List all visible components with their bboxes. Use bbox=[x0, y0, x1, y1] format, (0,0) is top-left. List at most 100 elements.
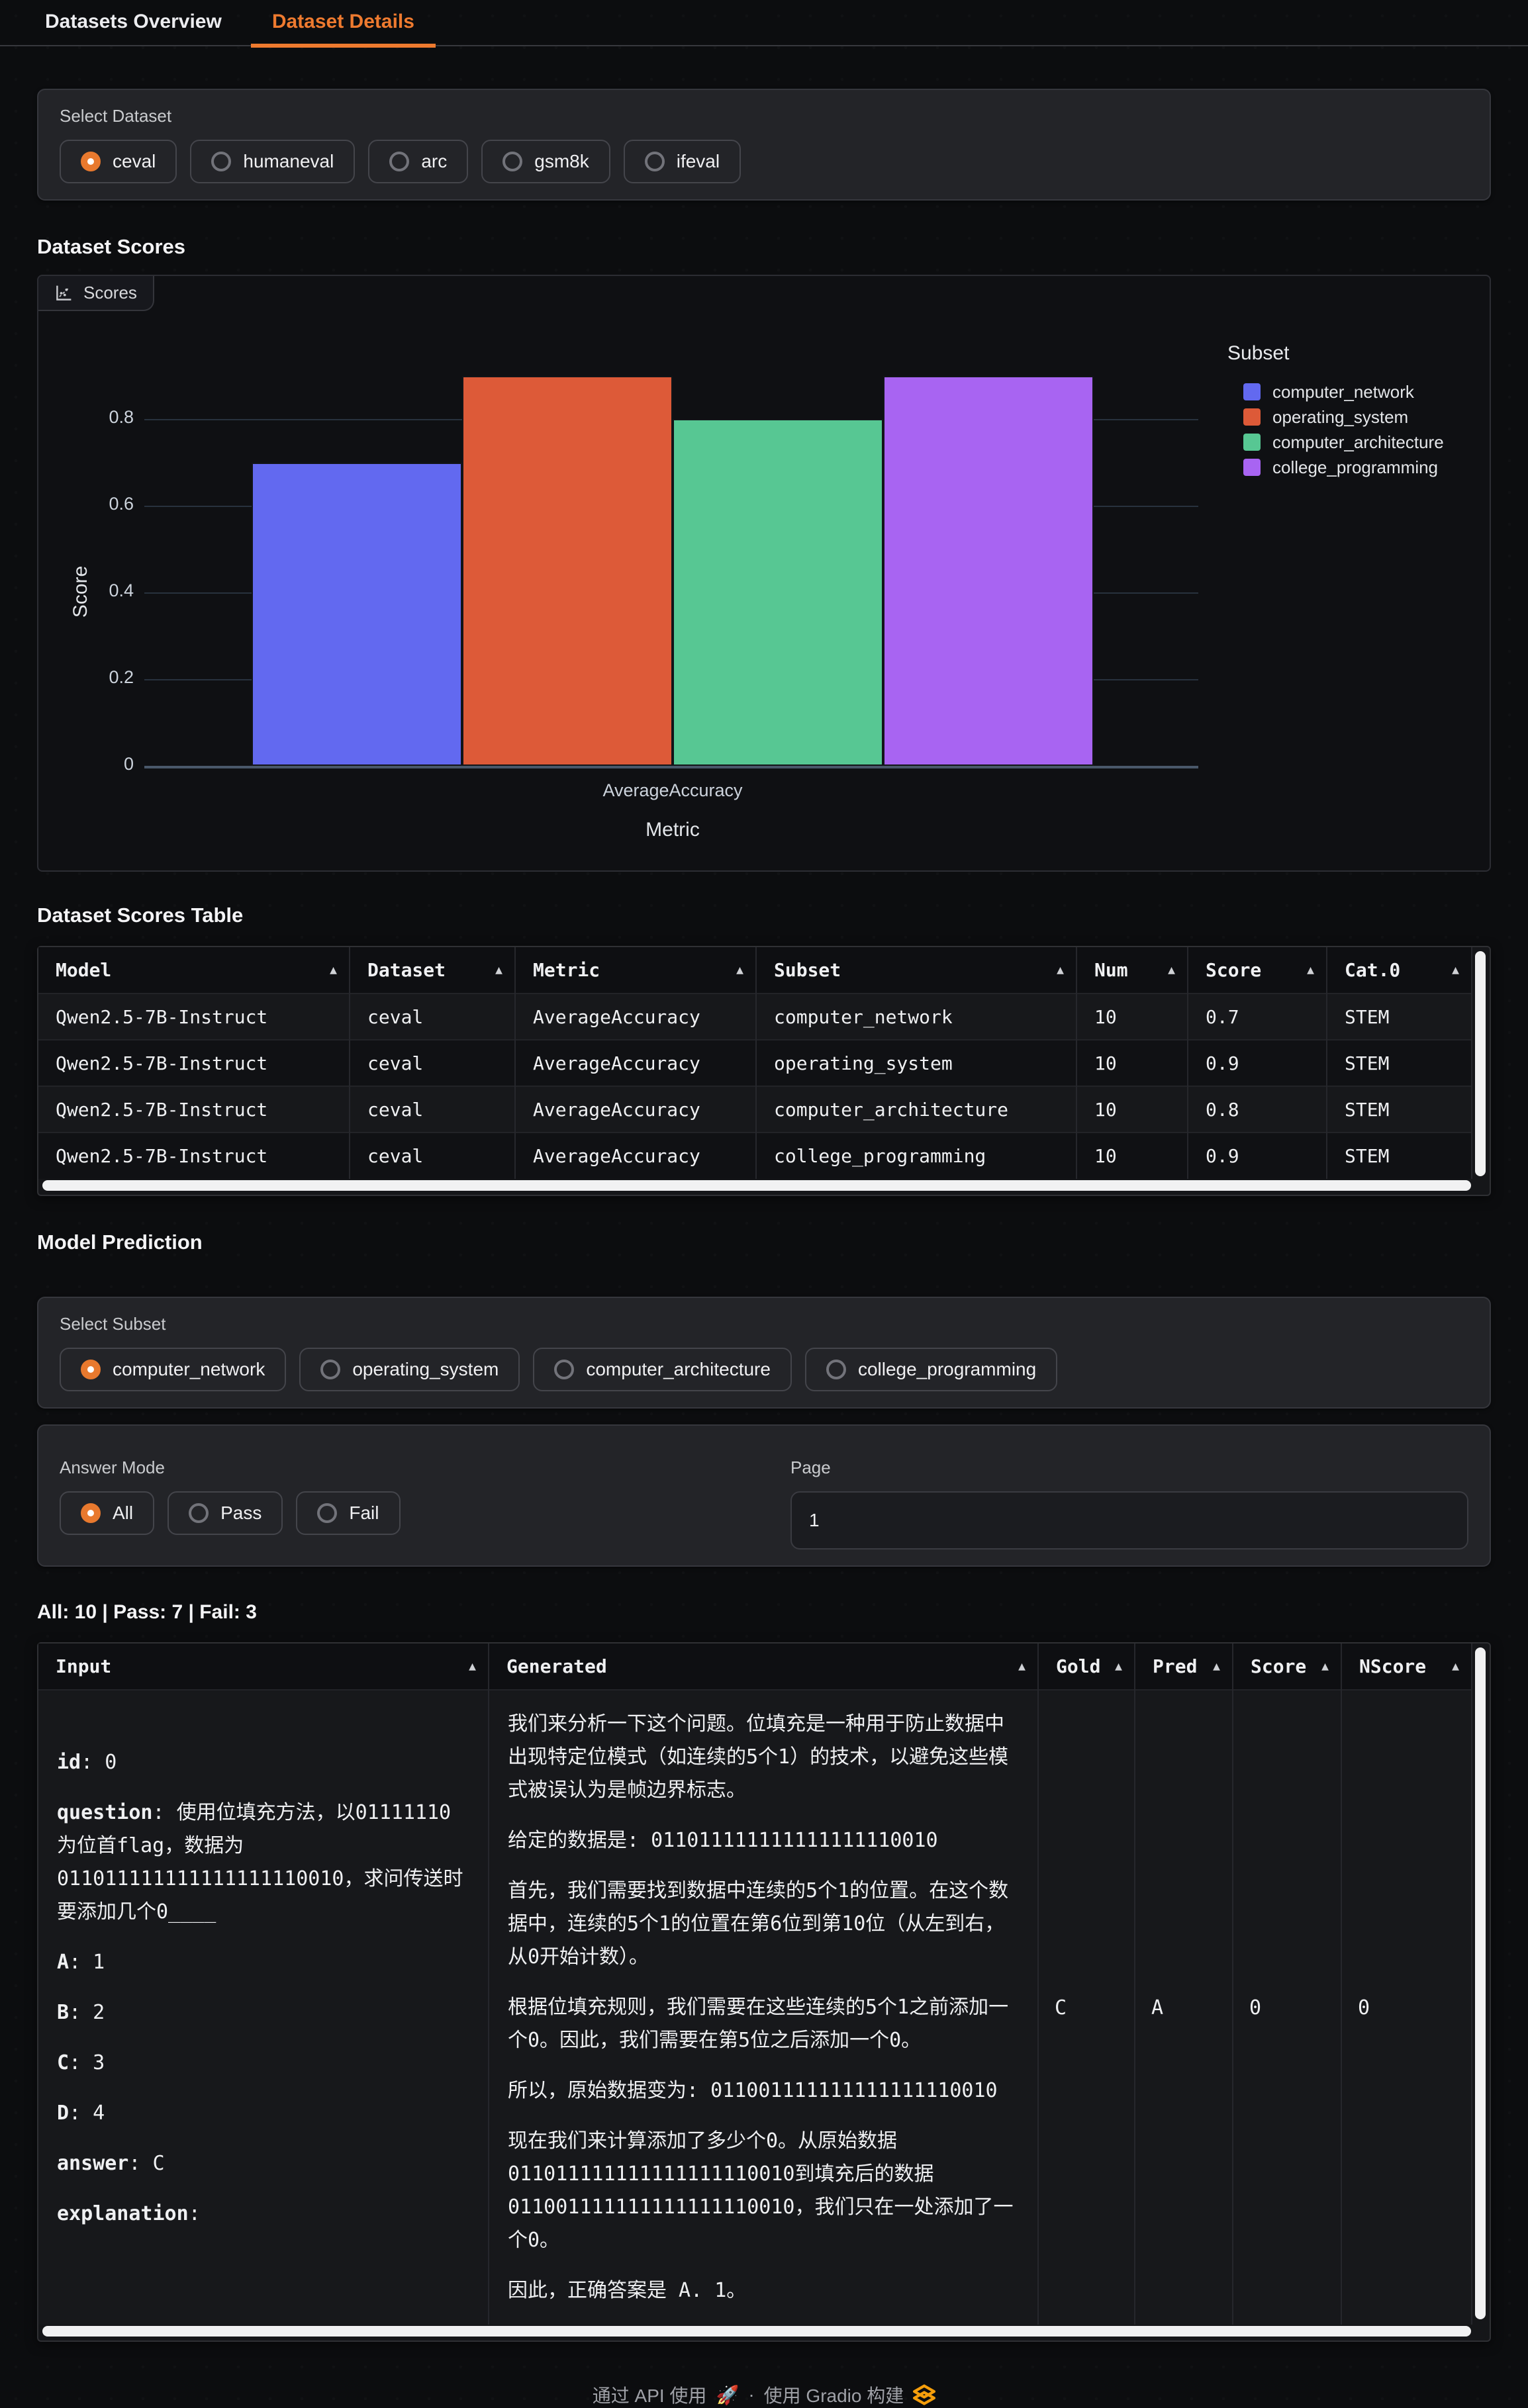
horizontal-scrollbar[interactable] bbox=[42, 2326, 1471, 2337]
table-cell: 10 bbox=[1076, 1086, 1188, 1133]
column-header-gold[interactable]: Gold▲ bbox=[1038, 1644, 1135, 1690]
dataset-scores-heading: Dataset Scores bbox=[37, 235, 1491, 259]
table-cell: AverageAccuracy bbox=[515, 994, 756, 1040]
radio-icon bbox=[320, 1360, 340, 1379]
tab-datasets-overview[interactable]: Datasets Overview bbox=[24, 0, 243, 48]
page-column: Page bbox=[790, 1458, 1468, 1550]
subset-option-computer-architecture[interactable]: computer_architecture bbox=[533, 1348, 792, 1391]
column-header-pred[interactable]: Pred▲ bbox=[1135, 1644, 1233, 1690]
column-header-score[interactable]: Score▲ bbox=[1188, 947, 1327, 994]
dataset-scores-table: Model▲ Dataset ▲ Metric▲Subset▲ Num ▲ Score▲Ca… bbox=[37, 946, 1491, 1196]
dataset-option-label: gsm8k bbox=[534, 151, 589, 172]
dataset-option-label: humaneval bbox=[243, 151, 334, 172]
generated-cell: 我们来分析一下这个问题。位填充是一种用于防止数据中出现特定位模式（如连续的5个1… bbox=[489, 1690, 1038, 2325]
legend-item-computer-architecture[interactable]: computer_architecture bbox=[1227, 430, 1444, 455]
prediction-table: Input▲Generated▲Gold▲Pred▲Score▲NScore▲ … bbox=[38, 1644, 1472, 2325]
table-cell: computer_network bbox=[756, 994, 1076, 1040]
column-header-num[interactable]: Num ▲ bbox=[1076, 947, 1188, 994]
generated-paragraph: 因此，正确答案是 A. 1。 bbox=[508, 2274, 1016, 2307]
chart-legend: Subsetcomputer_networkoperating_systemco… bbox=[1227, 342, 1444, 480]
input-line: D: 4 bbox=[57, 2097, 469, 2130]
bar-operating-system bbox=[462, 376, 673, 766]
legend-item-college-programming[interactable]: college_programming bbox=[1227, 455, 1444, 480]
dataset-option-humaneval[interactable]: humaneval bbox=[190, 140, 355, 183]
dataset-option-ceval[interactable]: ceval bbox=[60, 140, 177, 183]
dataset-option-label: ceval bbox=[113, 151, 156, 172]
sort-arrow-icon: ▲ bbox=[1168, 963, 1175, 977]
generated-paragraph: 给定的数据是: 011011111111111111110010 bbox=[508, 1824, 1016, 1857]
table-cell: ceval bbox=[350, 1086, 515, 1133]
generated-paragraph: 根据位填充规则，我们需要在这些连续的5个1之前添加一个0。因此，我们需要在第5位… bbox=[508, 1991, 1016, 2057]
table-cell: operating_system bbox=[756, 1040, 1076, 1086]
y-tick-label: 0 bbox=[38, 754, 134, 774]
select-dataset-panel: Select Dataset cevalhumanevalarcgsm8kife… bbox=[37, 89, 1491, 201]
x-axis-title: Metric bbox=[474, 819, 871, 841]
table-cell: 10 bbox=[1076, 1040, 1188, 1086]
column-header-metric[interactable]: Metric▲ bbox=[515, 947, 756, 994]
answer-mode-option-label: All bbox=[113, 1503, 133, 1524]
rocket-icon: 🚀 bbox=[716, 2384, 739, 2406]
scores-bar-chart[interactable]: Scores 00.20.40.60.8ScoreAverageAccuracy… bbox=[37, 275, 1491, 872]
x-tick-label: AverageAccuracy bbox=[474, 780, 871, 801]
table-cell: 0.7 bbox=[1188, 994, 1327, 1040]
table-cell: Qwen2.5-7B-Instruct bbox=[38, 994, 350, 1040]
subset-option-college-programming[interactable]: college_programming bbox=[805, 1348, 1057, 1391]
dataset-option-ifeval[interactable]: ifeval bbox=[624, 140, 741, 183]
column-header-generated[interactable]: Generated▲ bbox=[489, 1644, 1038, 1690]
bar-college-programming bbox=[883, 376, 1094, 766]
tab-dataset-details[interactable]: Dataset Details bbox=[251, 0, 436, 48]
answer-mode-option-pass[interactable]: Pass bbox=[167, 1491, 283, 1535]
column-header-nscore[interactable]: NScore▲ bbox=[1341, 1644, 1472, 1690]
vertical-scrollbar[interactable] bbox=[1475, 951, 1486, 1176]
table-cell: STEM bbox=[1327, 1133, 1472, 1179]
dataset-option-label: ifeval bbox=[677, 151, 720, 172]
legend-swatch bbox=[1243, 459, 1261, 476]
answer-mode-option-all[interactable]: All bbox=[60, 1491, 154, 1535]
input-cell: id: 0question: 使用位填充方法，以01111110为位首flag，… bbox=[38, 1690, 489, 2325]
table-cell: 0.9 bbox=[1188, 1133, 1327, 1179]
input-line: A: 1 bbox=[57, 1946, 469, 1979]
table-cell: 10 bbox=[1076, 994, 1188, 1040]
legend-item-operating-system[interactable]: operating_system bbox=[1227, 404, 1444, 430]
column-header-input[interactable]: Input▲ bbox=[38, 1644, 489, 1690]
subset-option-operating-system[interactable]: operating_system bbox=[299, 1348, 520, 1391]
column-header-subset[interactable]: Subset▲ bbox=[756, 947, 1076, 994]
use-via-api-link[interactable]: 通过 API 使用 bbox=[593, 2382, 707, 2408]
radio-icon bbox=[81, 1360, 101, 1379]
sort-arrow-icon: ▲ bbox=[469, 1659, 476, 1673]
tab-bar: Datasets OverviewDataset Details bbox=[0, 0, 1528, 46]
legend-title: Subset bbox=[1227, 342, 1444, 365]
dataset-option-arc[interactable]: arc bbox=[368, 140, 468, 183]
dot-separator: · bbox=[748, 2384, 754, 2405]
column-header-model[interactable]: Model▲ bbox=[38, 947, 350, 994]
column-header-cat-0[interactable]: Cat.0▲ bbox=[1327, 947, 1472, 994]
generated-paragraph: 首先，我们需要找到数据中连续的5个1的位置。在这个数据中，连续的5个1的位置在第… bbox=[508, 1875, 1016, 1974]
column-header-dataset[interactable]: Dataset ▲ bbox=[350, 947, 515, 994]
column-header-label: Score bbox=[1251, 1655, 1306, 1677]
column-header-score[interactable]: Score▲ bbox=[1233, 1644, 1341, 1690]
input-line: C: 3 bbox=[57, 2047, 469, 2080]
subset-option-computer-network[interactable]: computer_network bbox=[60, 1348, 286, 1391]
answer-mode-option-fail[interactable]: Fail bbox=[296, 1491, 400, 1535]
column-header-label: NScore bbox=[1359, 1655, 1426, 1677]
table-cell: 10 bbox=[1076, 1133, 1188, 1179]
dataset-option-gsm8k[interactable]: gsm8k bbox=[481, 140, 610, 183]
legend-item-label: computer_network bbox=[1272, 382, 1414, 402]
dataset-scores-table-heading: Dataset Scores Table bbox=[37, 903, 1491, 927]
sort-arrow-icon: ▲ bbox=[495, 963, 502, 977]
legend-item-computer-network[interactable]: computer_network bbox=[1227, 379, 1444, 404]
prediction-table-header-row: Input▲Generated▲Gold▲Pred▲Score▲NScore▲ bbox=[38, 1644, 1472, 1690]
table-cell: ceval bbox=[350, 994, 515, 1040]
model-prediction-heading: Model Prediction bbox=[37, 1230, 1491, 1254]
page-input[interactable] bbox=[790, 1491, 1468, 1550]
sort-arrow-icon: ▲ bbox=[1018, 1659, 1026, 1673]
sort-arrow-icon: ▲ bbox=[1213, 1659, 1220, 1673]
answer-mode-label: Answer Mode bbox=[60, 1458, 738, 1478]
built-with-gradio-link[interactable]: 使用 Gradio 构建 bbox=[764, 2382, 904, 2408]
column-header-label: Gold bbox=[1056, 1655, 1100, 1677]
table-row: Qwen2.5-7B-InstructcevalAverageAccuracyc… bbox=[38, 1133, 1472, 1179]
vertical-scrollbar[interactable] bbox=[1475, 1647, 1486, 2319]
horizontal-scrollbar[interactable] bbox=[42, 1180, 1471, 1191]
column-header-label: Dataset bbox=[367, 959, 446, 981]
column-header-label: Num bbox=[1094, 959, 1128, 981]
